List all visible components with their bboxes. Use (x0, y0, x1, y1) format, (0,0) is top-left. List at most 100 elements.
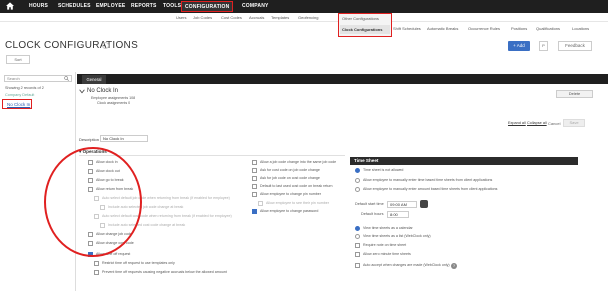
nav-hours[interactable]: HOURS (29, 3, 48, 9)
checkbox[interactable] (94, 196, 99, 201)
checkbox[interactable] (94, 261, 99, 266)
checkbox[interactable] (100, 205, 105, 210)
subnav-accruals[interactable]: Accruals (249, 15, 264, 20)
checkbox[interactable] (88, 241, 93, 246)
subnav-automatic-breaks[interactable]: Automatic Breaks (427, 26, 458, 31)
subnav-templates[interactable]: Templates (271, 15, 289, 20)
nav-employee[interactable]: EMPLOYEE (96, 3, 125, 9)
operations-title: Operations (82, 149, 107, 154)
cancel-button[interactable]: Cancel (548, 121, 560, 126)
clock-icon[interactable] (420, 200, 428, 208)
list-item-no-clock-in[interactable]: No Clock In (2, 99, 32, 109)
radio-button[interactable] (355, 168, 360, 173)
subnav-job-codes[interactable]: Job Codes (193, 15, 212, 20)
checkbox[interactable] (88, 178, 93, 183)
add-button[interactable]: + Add (508, 41, 530, 51)
operations-column-left: Allow clock in Allow clock out Allow go to… (88, 160, 248, 290)
radio-button[interactable] (355, 234, 360, 239)
option-label: Auto select default cost code when retur… (102, 214, 232, 218)
page-title: CLOCK CONFIGURATIONS (5, 40, 139, 51)
info-icon[interactable] (102, 42, 109, 49)
tab-general[interactable]: General (82, 75, 106, 84)
option-label: Allow return from break (96, 187, 134, 191)
checkbox[interactable] (252, 160, 257, 165)
feedback-button[interactable]: Feedback (558, 41, 592, 51)
nav-reports[interactable]: REPORTS (131, 3, 157, 9)
sort-button[interactable]: Sort (6, 55, 30, 64)
other-configurations-label[interactable]: Other Configurations (342, 16, 379, 21)
checkbox[interactable] (252, 176, 257, 181)
operations-column-right: Allow a job code change into the same jo… (252, 160, 348, 220)
option-label: Allow time off request (96, 252, 131, 256)
nav-tools[interactable]: TOOLS (163, 3, 181, 9)
search-icon[interactable] (64, 76, 69, 81)
checkbox[interactable] (88, 232, 93, 237)
radio-label: View time sheets as a list (WebClock onl… (363, 234, 431, 238)
option-label: Auto accept when changes are made (WebCl… (363, 263, 450, 267)
delete-button[interactable]: Delete (556, 90, 593, 98)
checkbox[interactable] (88, 187, 93, 192)
radio-button[interactable] (355, 226, 360, 231)
list-item-label[interactable]: No Clock In (7, 102, 30, 107)
checkbox[interactable] (94, 270, 99, 275)
subnav-users[interactable]: Users (176, 15, 186, 20)
subnav-geofencing[interactable]: Geofencing (298, 15, 318, 20)
radio-button[interactable] (355, 178, 360, 183)
checkbox[interactable] (355, 243, 360, 248)
nav-company[interactable]: COMPANY (242, 3, 269, 9)
nav-schedules[interactable]: SCHEDULES (58, 3, 91, 9)
checkbox[interactable] (252, 209, 257, 214)
nav-configuration[interactable]: CONFIGURATION (181, 1, 234, 12)
checkbox[interactable] (100, 223, 105, 228)
operations-divider (79, 155, 345, 156)
radio-button[interactable] (355, 187, 360, 192)
employee-assignments: Employee assignments 108 (91, 96, 136, 100)
subnav-shift-schedules[interactable]: Shift Schedules (393, 26, 421, 31)
checkbox[interactable] (258, 201, 263, 206)
expand-all-link[interactable]: Expand all (508, 121, 526, 125)
checkbox[interactable] (88, 169, 93, 174)
option-label: Auto select default job code when return… (102, 196, 230, 200)
help-icon[interactable]: ? (451, 263, 457, 269)
option-label: Allow a job code change into the same jo… (260, 160, 337, 164)
clock-assignments: Clock assignments 0 (97, 101, 131, 105)
print-button[interactable]: P (539, 41, 548, 51)
checkbox[interactable] (94, 214, 99, 219)
home-icon[interactable] (6, 2, 14, 10)
subnav-qualifications[interactable]: Qualifications (536, 26, 560, 31)
option-label: Allow zero minute time sheets (363, 252, 411, 256)
record-count: Showing 2 records of 2 (5, 86, 44, 90)
checkbox[interactable] (88, 252, 93, 257)
option-label: Allow employee to change password (260, 209, 319, 213)
checkbox[interactable] (88, 160, 93, 165)
checkbox[interactable] (252, 168, 257, 173)
sub-navigation: Users Job Codes Cost Codes Accruals Temp… (0, 13, 608, 36)
clock-configurations-item[interactable]: Clock Configurations (340, 25, 390, 34)
time-sheet-panel: Time Sheet Default start time 09:00 AM D… (350, 157, 578, 291)
checkbox[interactable] (355, 263, 360, 268)
subnav-cost-codes[interactable]: Cost Codes (221, 15, 242, 20)
checkbox[interactable] (355, 252, 360, 257)
record-title: No Clock In (87, 88, 119, 94)
option-label: Require note on time sheet (363, 243, 407, 247)
subnav-occurrence-rules[interactable]: Occurrence Rules (468, 26, 500, 31)
checkbox[interactable] (252, 192, 257, 197)
save-button[interactable]: Save (563, 119, 585, 127)
description-input[interactable]: No Clock In (100, 135, 148, 142)
subnav-locations[interactable]: Locations (572, 26, 589, 31)
list-item-company-default[interactable]: Company Default (5, 93, 34, 97)
app-window: HOURS SCHEDULES EMPLOYEE REPORTS TOOLS C… (0, 0, 608, 291)
default-hours-input[interactable]: 8:00 (387, 211, 409, 218)
radio-label: Allow employee to manually enter amount … (363, 187, 498, 191)
collapse-all-link[interactable]: Collapse all (527, 121, 547, 125)
search-input[interactable]: Search (4, 75, 72, 82)
record-list-panel: Search Showing 2 records of 2 Company De… (0, 72, 76, 291)
option-label: Include auto selected cost code change a… (108, 223, 186, 227)
subnav-row-primary: Users Job Codes Cost Codes Accruals Temp… (0, 13, 608, 22)
default-start-input[interactable]: 09:00 AM (387, 201, 417, 208)
option-label: Default to last used cost code on break … (260, 184, 333, 188)
subnav-positions[interactable]: Positions (511, 26, 527, 31)
chevron-down-icon[interactable] (79, 89, 85, 94)
checkbox[interactable] (252, 184, 257, 189)
option-label: Allow change cost code (96, 241, 134, 245)
